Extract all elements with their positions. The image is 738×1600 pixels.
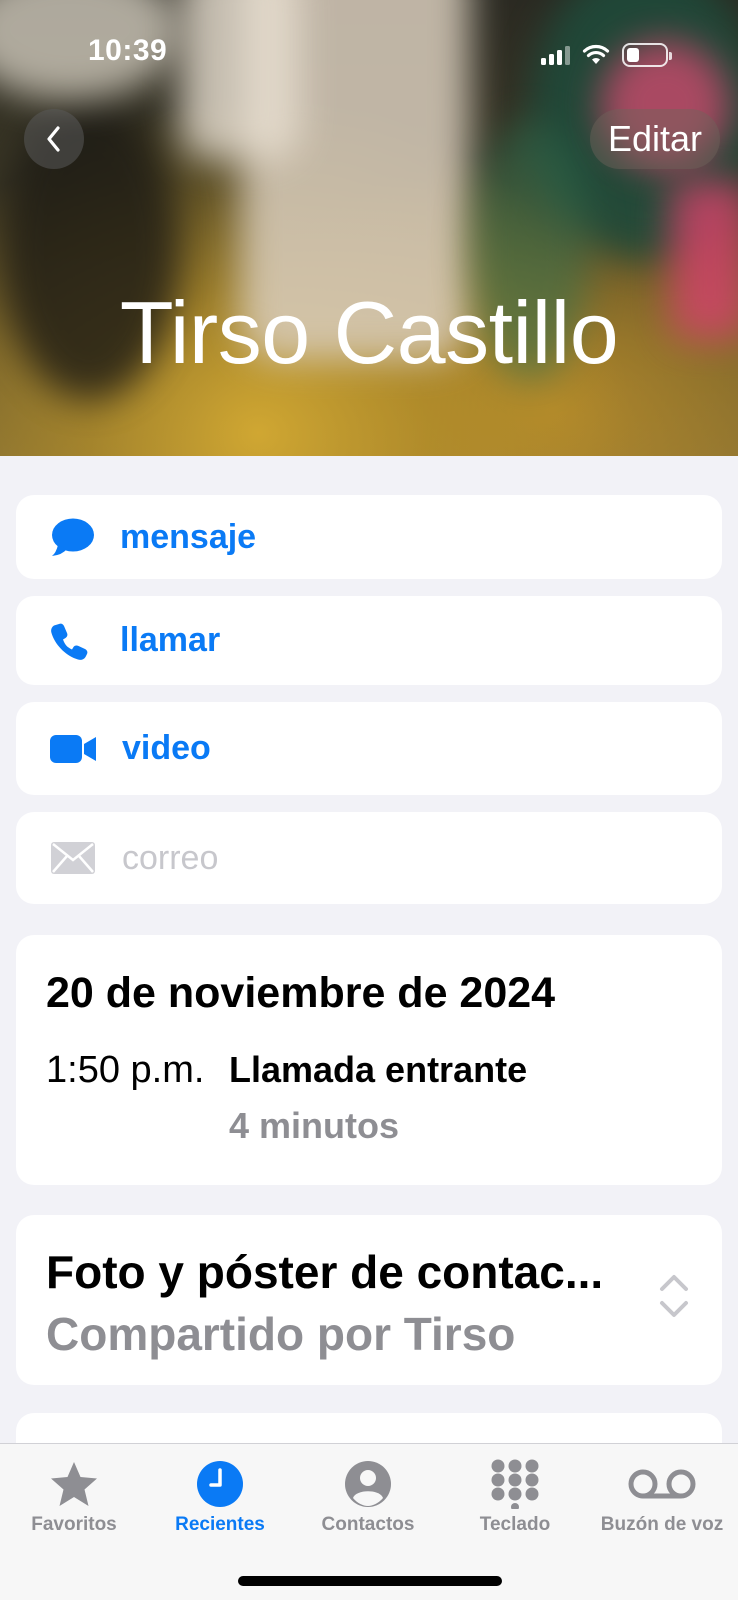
- video-label: video: [122, 729, 211, 767]
- home-indicator: [238, 1576, 502, 1586]
- mail-action-row: correo: [16, 812, 722, 904]
- call-action-row[interactable]: llamar: [16, 596, 722, 685]
- wifi-icon: [582, 44, 610, 64]
- battery-icon: [622, 43, 672, 67]
- keypad-icon: [491, 1459, 539, 1509]
- tab-label: Buzón de voz: [600, 1514, 724, 1535]
- back-button[interactable]: [24, 109, 84, 169]
- clock-icon: [197, 1461, 243, 1507]
- call-time: 1:50 p.m.: [46, 1049, 205, 1091]
- message-bubble-icon: [50, 516, 96, 558]
- contact-name: Tirso Castillo: [119, 283, 619, 382]
- call-duration: 4 minutos: [229, 1105, 400, 1146]
- chevron-up-down-icon[interactable]: [658, 1273, 690, 1319]
- video-action-row[interactable]: video: [16, 702, 722, 795]
- tab-label: Favoritos: [31, 1514, 117, 1535]
- mail-label: correo: [122, 838, 219, 877]
- poster-title: Foto y póster de contac...: [46, 1246, 604, 1298]
- tab-recents[interactable]: Recientes: [146, 1456, 294, 1536]
- video-camera-icon: [50, 733, 98, 765]
- status-icons: [541, 40, 672, 70]
- person-circle-icon: [345, 1461, 391, 1507]
- tab-contacts[interactable]: Contactos: [294, 1456, 442, 1536]
- call-history-card: 20 de noviembre de 2024 1:50 p.m. Llamad…: [16, 935, 722, 1185]
- chevron-left-icon: [47, 126, 60, 152]
- contact-poster-row[interactable]: Foto y póster de contac... Compartido po…: [16, 1215, 722, 1385]
- call-label: llamar: [120, 621, 221, 659]
- call-type: Llamada entrante: [229, 1049, 528, 1090]
- tab-favorites[interactable]: Favoritos: [0, 1456, 148, 1536]
- star-icon: [51, 1462, 97, 1506]
- tab-voicemail[interactable]: Buzón de voz: [588, 1456, 736, 1536]
- mail-icon: [50, 841, 96, 875]
- tab-label: Teclado: [479, 1514, 551, 1535]
- cellular-signal-icon: [541, 45, 570, 65]
- phone-icon: [50, 621, 90, 661]
- poster-subtitle: Compartido por Tirso: [46, 1308, 516, 1360]
- tab-label: Recientes: [175, 1514, 265, 1535]
- edit-button[interactable]: Editar: [590, 109, 720, 169]
- call-date: 20 de noviembre de 2024: [46, 969, 556, 1017]
- status-time: 10:39: [88, 34, 168, 67]
- tab-keypad[interactable]: Teclado: [441, 1456, 589, 1536]
- message-action-row[interactable]: mensaje: [16, 495, 722, 579]
- voicemail-icon: [628, 1469, 696, 1499]
- message-label: mensaje: [120, 517, 257, 556]
- tab-label: Contactos: [321, 1514, 415, 1535]
